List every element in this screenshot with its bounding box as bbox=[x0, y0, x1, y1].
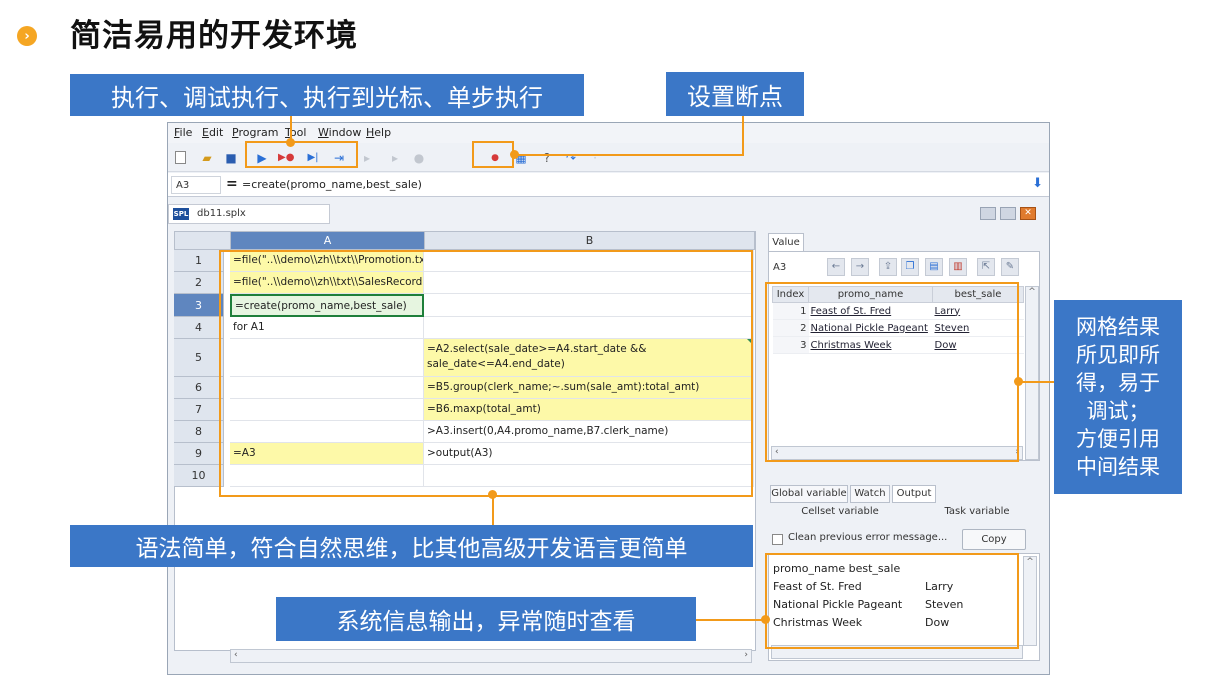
arrow-down-icon[interactable]: ⬇ bbox=[1032, 176, 1043, 191]
disabled-pause-icon: ▸ bbox=[391, 151, 399, 165]
row-header[interactable]: 1 bbox=[174, 250, 224, 272]
chart-icon[interactable]: ▥ bbox=[949, 258, 967, 276]
value-grid-highlight bbox=[765, 282, 1019, 462]
breakpoint-connector-h bbox=[514, 154, 744, 156]
value-cell-ref: A3 bbox=[773, 262, 787, 273]
grid-horizontal-scrollbar[interactable]: ‹ › bbox=[230, 649, 752, 663]
menu-help[interactable]: Help bbox=[366, 126, 391, 139]
row-header[interactable]: 5 bbox=[174, 339, 224, 377]
disabled-stop-icon: ● bbox=[413, 151, 425, 165]
export-icon[interactable]: ⇪ bbox=[879, 258, 897, 276]
slide-title: 简洁易用的开发环境 bbox=[70, 18, 358, 54]
formula-input[interactable]: =create(promo_name,best_sale) bbox=[242, 178, 422, 191]
doc-tab[interactable]: SPL db11.splx bbox=[168, 204, 330, 224]
row-header[interactable]: 9 bbox=[174, 443, 224, 465]
spl-file-icon: SPL bbox=[173, 208, 189, 220]
tab-watch[interactable]: Watch bbox=[850, 485, 890, 503]
forward-icon[interactable]: → bbox=[851, 258, 869, 276]
scroll-right-icon[interactable]: › bbox=[744, 650, 748, 660]
syntax-connector bbox=[492, 497, 494, 525]
equals-icon: = bbox=[226, 176, 238, 192]
sysinfo-connector bbox=[696, 619, 766, 621]
tab-cellset-variable[interactable]: Cellset variable bbox=[768, 504, 912, 522]
disabled-step-icon: ▸ bbox=[363, 151, 371, 165]
row-header[interactable]: 6 bbox=[174, 377, 224, 399]
output-highlight bbox=[765, 553, 1019, 649]
menu-bar: File Edit Program Tool Window Help bbox=[168, 123, 1049, 143]
tab-global-variable[interactable]: Global variable bbox=[770, 485, 848, 503]
document-bar: SPL db11.splx ✕ bbox=[168, 199, 1049, 227]
row-header[interactable]: 2 bbox=[174, 272, 224, 294]
close-icon[interactable]: ✕ bbox=[1020, 207, 1036, 220]
table-view-icon[interactable]: ▤ bbox=[925, 258, 943, 276]
restore-icon[interactable] bbox=[1000, 207, 1016, 220]
column-header-b[interactable]: B bbox=[425, 232, 755, 250]
breakpoint-connector-dot bbox=[510, 150, 519, 159]
minimize-icon[interactable] bbox=[980, 207, 996, 220]
exec-connector-dot bbox=[286, 138, 295, 147]
clear-error-label: Clean previous error message... bbox=[788, 532, 948, 543]
column-header-a[interactable]: A bbox=[231, 232, 425, 250]
row-header[interactable]: 10 bbox=[174, 465, 224, 487]
cell-ref-field[interactable]: A3 bbox=[171, 176, 221, 194]
popout-icon[interactable]: ⇱ bbox=[977, 258, 995, 276]
pin-icon[interactable]: ✎ bbox=[1001, 258, 1019, 276]
copy-button[interactable]: Copy bbox=[962, 529, 1026, 550]
row-header[interactable]: 3 bbox=[174, 294, 224, 317]
menu-edit[interactable]: Edit bbox=[202, 126, 223, 139]
row-header[interactable]: 8 bbox=[174, 421, 224, 443]
syntax-connector-dot bbox=[488, 490, 497, 499]
menu-tool[interactable]: Tool bbox=[285, 126, 306, 139]
output-vertical-scrollbar[interactable]: ^ bbox=[1023, 556, 1037, 646]
callout-breakpoint: 设置断点 bbox=[666, 72, 804, 116]
row-header[interactable]: 4 bbox=[174, 317, 224, 339]
breakpoint-connector-v bbox=[742, 116, 744, 156]
menu-file[interactable]: File bbox=[174, 126, 192, 139]
grid-result-connector bbox=[1019, 381, 1055, 383]
exec-buttons-highlight bbox=[245, 141, 358, 168]
back-icon[interactable]: ← bbox=[827, 258, 845, 276]
grid-corner bbox=[175, 232, 231, 250]
copy-value-icon[interactable]: ❐ bbox=[901, 258, 919, 276]
row-header[interactable]: 7 bbox=[174, 399, 224, 421]
callout-exec: 执行、调试执行、执行到光标、单步执行 bbox=[70, 74, 584, 116]
tab-output[interactable]: Output bbox=[892, 485, 936, 503]
breakpoint-highlight bbox=[472, 141, 514, 168]
tab-task-variable[interactable]: Task variable bbox=[914, 504, 1040, 522]
chevron-right-icon: › bbox=[17, 26, 37, 46]
value-vertical-scrollbar[interactable]: ^ bbox=[1025, 286, 1039, 460]
callout-grid-result: 网格结果 所见即所 得，易于 调试； 方便引用 中间结果 bbox=[1054, 300, 1182, 494]
new-file-icon[interactable] bbox=[175, 151, 186, 164]
code-grid-highlight bbox=[219, 250, 753, 497]
callout-sysinfo: 系统信息输出，异常随时查看 bbox=[276, 597, 696, 641]
save-icon[interactable]: ■ bbox=[224, 151, 238, 165]
menu-program[interactable]: Program bbox=[232, 126, 278, 139]
open-folder-icon[interactable]: ▰ bbox=[200, 151, 214, 165]
formula-bar: A3 = =create(promo_name,best_sale) ⬇ bbox=[168, 173, 1049, 197]
sysinfo-connector-dot bbox=[761, 615, 770, 624]
callout-syntax: 语法简单，符合自然思维，比其他高级开发语言更简单 bbox=[70, 525, 753, 567]
grid-result-connector-dot bbox=[1014, 377, 1023, 386]
clear-error-checkbox[interactable] bbox=[772, 534, 783, 545]
doc-tab-label: db11.splx bbox=[197, 208, 246, 219]
tab-value[interactable]: Value bbox=[768, 233, 804, 251]
scroll-left-icon[interactable]: ‹ bbox=[234, 650, 238, 660]
menu-window[interactable]: Window bbox=[318, 126, 361, 139]
